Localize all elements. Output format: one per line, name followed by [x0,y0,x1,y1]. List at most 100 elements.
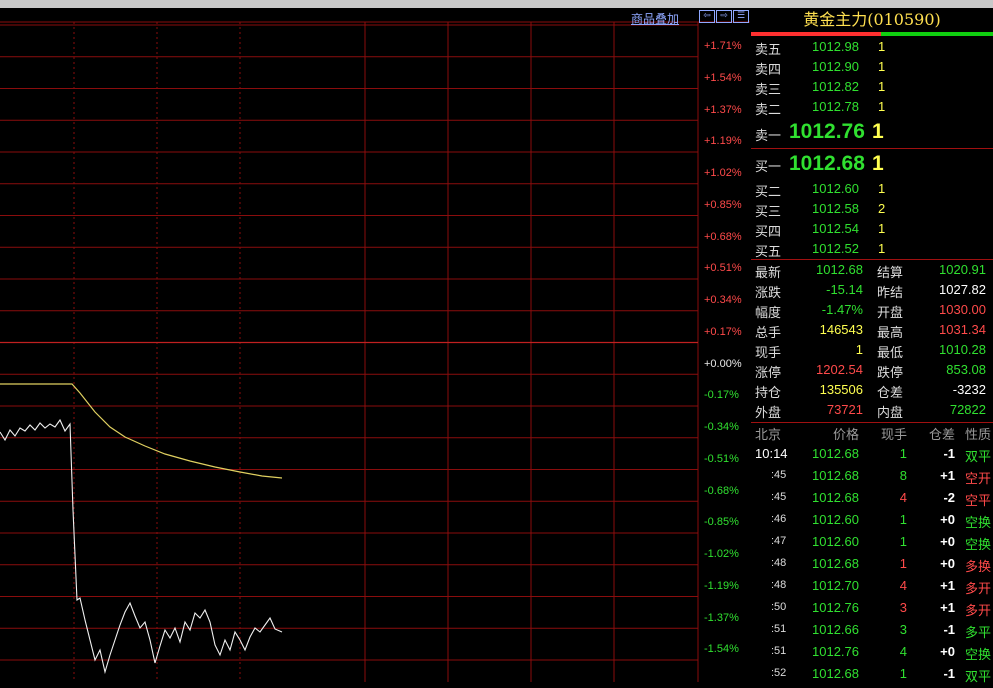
tick-diff: -2 [943,490,955,505]
bid-level-volume: 1 [878,241,886,256]
tick-diff: +0 [940,556,955,571]
pct-label-positive: +0.85% [704,198,742,211]
tick-diff: +1 [940,600,955,615]
tick-volume: 1 [899,534,907,549]
nav-right-icon[interactable]: ⇨ [716,10,732,23]
pct-label-zero: +0.00% [704,357,742,370]
pct-label-negative: -1.54% [704,643,739,656]
stat-value: -3232 [952,382,986,397]
intraday-chart[interactable] [0,8,750,682]
ask-level-volume: 1 [878,59,886,74]
stat-value: 146543 [819,322,863,337]
stat-value: 73721 [826,402,863,417]
tick-header-nature: 性质 [964,428,991,443]
pct-label-positive: +0.17% [704,325,742,338]
tick-time: :45 [771,469,787,481]
pct-label-negative: -0.34% [704,421,739,433]
bid1-volume: 1 [872,152,884,175]
stat-value: 1030.00 [939,302,986,317]
bid1-label: 买一 [755,160,782,175]
tick-price: 1012.68 [812,446,859,461]
pct-label-positive: +1.37% [704,103,742,116]
bid-level-volume: 1 [878,181,886,196]
stat-label: 内盘 [877,406,904,421]
bid-level-volume: 2 [878,201,886,216]
stat-value: 1010.28 [939,342,986,357]
pct-label-positive: +1.71% [704,40,742,52]
pct-label-positive: +0.34% [704,294,742,306]
stat-label: 持仓 [755,386,782,401]
tick-row[interactable]: 10:14 1012.68 1 -1 双平 [751,446,993,468]
tick-diff: +0 [940,512,955,527]
tick-volume: 3 [899,600,907,615]
tick-price: 1012.60 [812,534,859,549]
bid-level-volume: 1 [878,221,886,236]
tick-time: 10:14 [755,446,788,461]
title-bar-red [751,32,881,36]
nav-left-icon[interactable]: ⇦ [699,10,715,23]
stat-label: 最低 [877,346,904,361]
stat-label: 现手 [755,346,782,361]
stat-label: 最新 [755,266,782,281]
stat-label: 仓差 [877,386,904,401]
stat-label: 最高 [877,326,904,341]
tick-row[interactable]: :47 1012.60 1 +0 空换 [751,534,993,556]
tick-nature: 空换 [964,648,991,663]
tick-nature: 多开 [964,582,991,597]
tick-row[interactable]: :48 1012.68 1 +0 多换 [751,556,993,578]
ask-level-volume: 1 [878,39,886,54]
tick-diff: +1 [940,468,955,483]
bid1-price: 1012.68 [789,152,865,175]
tick-volume: 3 [899,622,907,637]
stat-value: 1027.82 [939,282,986,297]
tick-row[interactable]: :45 1012.68 8 +1 空开 [751,468,993,490]
tick-row[interactable]: :45 1012.68 4 -2 空平 [751,490,993,512]
tick-time: :48 [771,579,787,591]
pct-label-negative: -0.17% [704,389,739,402]
tick-volume: 1 [899,666,907,681]
pct-label-negative: -0.51% [704,452,739,465]
tick-nature: 双平 [964,670,991,685]
tick-time: :51 [771,645,787,657]
pct-label-negative: -1.02% [704,548,739,560]
ask-level-price: 1012.98 [812,39,859,54]
tick-row[interactable]: :48 1012.70 4 +1 多开 [751,578,993,600]
tick-row[interactable]: :51 1012.76 4 +0 空换 [751,644,993,666]
tick-diff: +0 [940,644,955,659]
pct-label-positive: +1.54% [704,71,742,84]
tick-row[interactable]: :52 1012.68 1 -1 双平 [751,666,993,688]
stat-label: 结算 [877,266,904,281]
tick-time: :50 [771,601,787,613]
ask-level-label: 卖三 [755,83,782,98]
tick-time: :47 [771,535,787,547]
tick-nature: 空平 [964,494,991,509]
bid-level-label: 买三 [755,205,782,220]
overlay-commodity-link[interactable]: 商品叠加 [631,10,679,27]
window-top-strip [0,0,993,8]
ask1-volume: 1 [872,120,884,143]
tick-time: :48 [771,557,787,569]
pct-label-negative: -0.68% [704,484,739,497]
ask-level-price: 1012.82 [812,79,859,94]
stat-label: 昨结 [877,286,904,301]
bid-level-price: 1012.54 [812,221,859,236]
tick-row[interactable]: :51 1012.66 3 -1 多平 [751,622,993,644]
tick-row[interactable]: :50 1012.76 3 +1 多开 [751,600,993,622]
tick-nature: 多换 [964,560,991,575]
tick-volume: 4 [899,490,907,505]
nav-menu-icon[interactable]: ☰ [733,10,749,23]
tick-price: 1012.68 [812,666,859,681]
ask-level-label: 卖二 [755,103,782,118]
stat-label: 外盘 [755,406,782,421]
tick-time: :52 [771,667,787,679]
tick-diff: -1 [943,622,955,637]
pct-label-negative: -0.85% [704,516,739,529]
stat-value: 1031.34 [939,322,986,337]
tick-diff: +0 [940,534,955,549]
bid-level-label: 买四 [755,225,782,240]
tick-price: 1012.76 [812,644,859,659]
tick-row[interactable]: :46 1012.60 1 +0 空换 [751,512,993,534]
ask-level-volume: 1 [878,79,886,94]
tick-header-time: 北京 [755,428,782,443]
tick-nature: 多平 [964,626,991,641]
